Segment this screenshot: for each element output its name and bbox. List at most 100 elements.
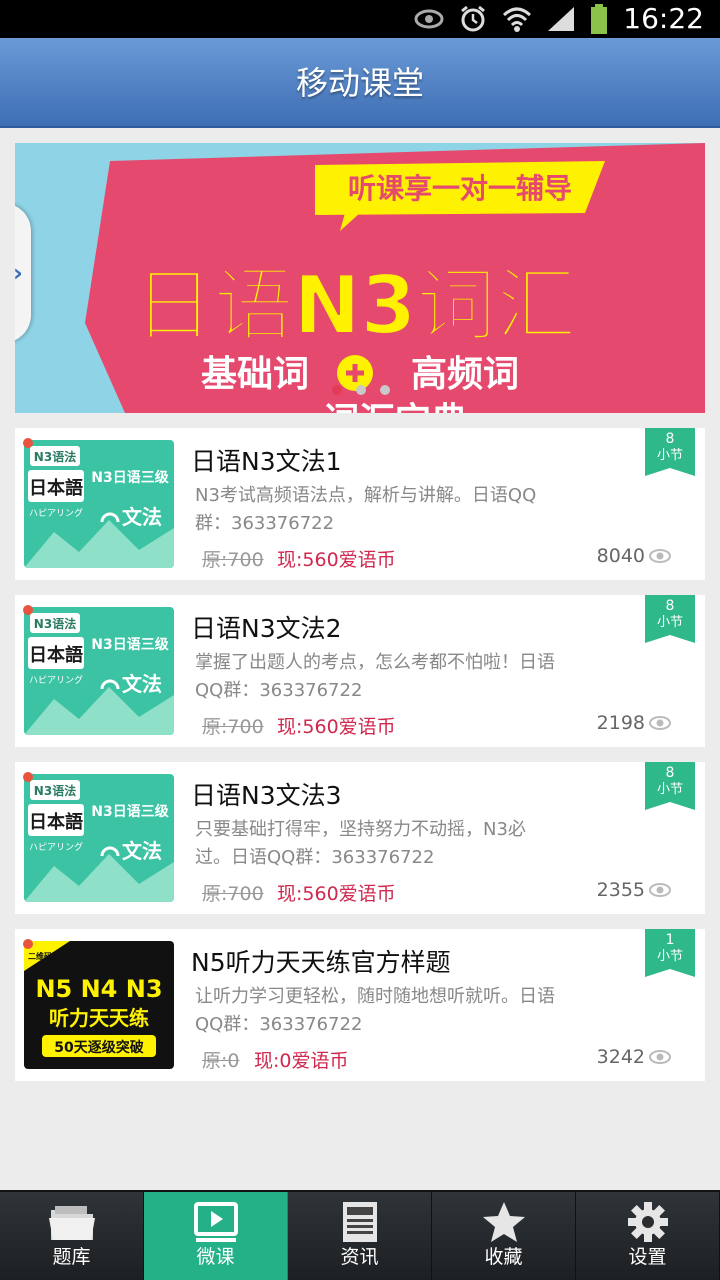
pager-dot[interactable]: [356, 385, 366, 395]
tab-settings[interactable]: 设置: [576, 1192, 720, 1280]
banner-sub-left: 基础词: [201, 354, 309, 395]
eye-icon: [649, 1050, 671, 1064]
current-price: 现:0爱语币: [254, 1050, 349, 1072]
lesson-count-badge: 8 小节: [645, 428, 695, 476]
newspaper-icon: [343, 1202, 377, 1242]
tab-question-bank[interactable]: 题库: [0, 1192, 144, 1280]
chevron-right-icon: ›: [15, 259, 23, 287]
svg-text:N3日语三级: N3日语三级: [91, 803, 169, 820]
view-count: 3242: [596, 1046, 645, 1068]
svg-text:N3日语三级: N3日语三级: [91, 636, 169, 653]
original-price: 原:700: [202, 549, 264, 571]
course-thumbnail: 二维码+MP3光盘 N5 N4 N3 听力天天练 50天逐级突破: [24, 941, 174, 1069]
lesson-count-badge: 8 小节: [645, 595, 695, 643]
tab-micro-course[interactable]: 微课: [144, 1192, 288, 1280]
bottom-tab-bar: 题库 微课 资讯 收藏 设置: [0, 1190, 720, 1280]
lesson-unit: 小节: [656, 949, 683, 964]
drawer-handle[interactable]: ›: [15, 203, 31, 343]
original-price: 原:700: [202, 883, 264, 905]
promo-banner[interactable]: › 听课享一对一辅导 日语N3词汇 基础词 高频词 词汇宝典: [15, 143, 705, 413]
tab-label: 收藏: [484, 1246, 523, 1268]
status-bar: 16:22: [0, 0, 720, 38]
eye-icon: [649, 549, 671, 563]
wifi-icon: [502, 7, 532, 32]
pin-dot: [23, 772, 33, 782]
pin-dot: [23, 939, 33, 949]
pager-dot[interactable]: [332, 385, 342, 395]
view-count: 2355: [596, 879, 645, 901]
svg-text:文法: 文法: [122, 505, 162, 529]
pin-dot: [23, 605, 33, 615]
course-thumbnail: N3语法 日本語 ハピアリング N3日语三级 文法: [24, 607, 174, 735]
course-thumbnail: N3语法 日本語 ハピアリング N3日语三级 文法: [24, 774, 174, 902]
banner-headline: 日语N3词汇: [134, 259, 577, 352]
star-icon: [483, 1202, 525, 1242]
folder-icon: [49, 1206, 95, 1240]
video-icon: [194, 1202, 238, 1242]
course-title: N5听力天天练官方样题: [191, 948, 451, 977]
tab-favorites[interactable]: 收藏: [432, 1192, 576, 1280]
course-description: N3考试高频语法点，解析与讲解。日语QQ群：363376722: [195, 485, 537, 534]
tab-label: 设置: [628, 1246, 667, 1268]
svg-text:N3语法: N3语法: [34, 449, 76, 464]
signal-icon: [548, 7, 574, 31]
svg-text:ハピアリング: ハピアリング: [29, 674, 83, 686]
banner-tagline: 听课享一对一辅导: [348, 172, 572, 205]
pager-dot[interactable]: [380, 385, 390, 395]
lesson-count-badge: 1 小节: [645, 929, 695, 977]
current-price: 现:560爱语币: [277, 883, 396, 905]
page-title: 移动课堂: [295, 64, 424, 102]
course-title: 日语N3文法1: [191, 447, 342, 476]
svg-text:日本語: 日本語: [29, 811, 83, 833]
banner-sub-bottom: 词汇宝典: [323, 401, 467, 413]
view-count: 2198: [596, 712, 645, 734]
svg-text:N3语法: N3语法: [34, 783, 76, 798]
lesson-count: 8: [665, 431, 675, 447]
svg-text:N3语法: N3语法: [34, 616, 76, 631]
eye-icon: [414, 9, 444, 29]
tab-label: 微课: [196, 1246, 235, 1268]
pin-dot: [23, 438, 33, 448]
course-card[interactable]: N3语法 日本語 ハピアリング N3日语三级 文法 日语N3文法2 掌握了出题人…: [15, 595, 705, 747]
svg-text:日本語: 日本語: [29, 477, 83, 499]
status-icons: [414, 4, 608, 34]
tab-news[interactable]: 资讯: [288, 1192, 432, 1280]
app-header: 移动课堂: [0, 38, 720, 128]
banner-pager: [332, 385, 390, 395]
course-title: 日语N3文法2: [191, 614, 342, 643]
lesson-unit: 小节: [656, 448, 683, 463]
current-price: 现:560爱语币: [277, 549, 396, 571]
gear-icon: [628, 1202, 668, 1242]
svg-text:文法: 文法: [122, 839, 162, 863]
svg-text:N3日语三级: N3日语三级: [91, 469, 169, 486]
course-thumbnail: N3语法 日本語 ハピアリング N3日语三级 文法: [24, 440, 174, 568]
alarm-icon: [461, 5, 485, 32]
tab-label: 资讯: [340, 1246, 379, 1268]
banner-artwork: 听课享一对一辅导 日语N3词汇 基础词 高频词 词汇宝典: [85, 143, 705, 413]
lesson-unit: 小节: [656, 615, 683, 630]
eye-icon: [649, 716, 671, 730]
original-price: 原:700: [202, 716, 264, 738]
lesson-unit: 小节: [656, 782, 683, 797]
lesson-count: 1: [665, 932, 675, 948]
status-time: 16:22: [623, 2, 704, 35]
svg-text:日本語: 日本語: [29, 644, 83, 666]
lesson-count: 8: [665, 765, 675, 781]
svg-text:文法: 文法: [122, 672, 162, 696]
course-card[interactable]: N3语法 日本語 ハピアリング N3日语三级 文法 日语N3文法1 N3考试高频…: [15, 428, 705, 580]
course-card[interactable]: N3语法 日本語 ハピアリング N3日语三级 文法 日语N3文法3 只要基础打得…: [15, 762, 705, 914]
course-description: 只要基础打得牢，坚持努力不动摇，N3必过。日语QQ群：363376722: [195, 819, 526, 868]
course-title: 日语N3文法3: [191, 781, 342, 810]
lesson-count-badge: 8 小节: [645, 762, 695, 810]
view-count: 8040: [596, 545, 645, 567]
svg-text:ハピアリング: ハピアリング: [29, 507, 83, 519]
banner-sub-right: 高频词: [411, 354, 519, 395]
course-description: 让听力学习更轻松，随时随地想听就听。日语QQ群：363376722: [195, 986, 555, 1035]
course-card[interactable]: 二维码+MP3光盘 N5 N4 N3 听力天天练 50天逐级突破 N5听力天天练…: [15, 929, 705, 1081]
svg-text:听力天天练: 听力天天练: [49, 1006, 149, 1030]
tab-label: 题库: [52, 1246, 91, 1268]
lesson-count: 8: [665, 598, 675, 614]
original-price: 原:0: [202, 1050, 240, 1072]
battery-icon: [591, 4, 607, 34]
svg-text:二维码+MP3光盘: 二维码+MP3光盘: [28, 951, 94, 961]
